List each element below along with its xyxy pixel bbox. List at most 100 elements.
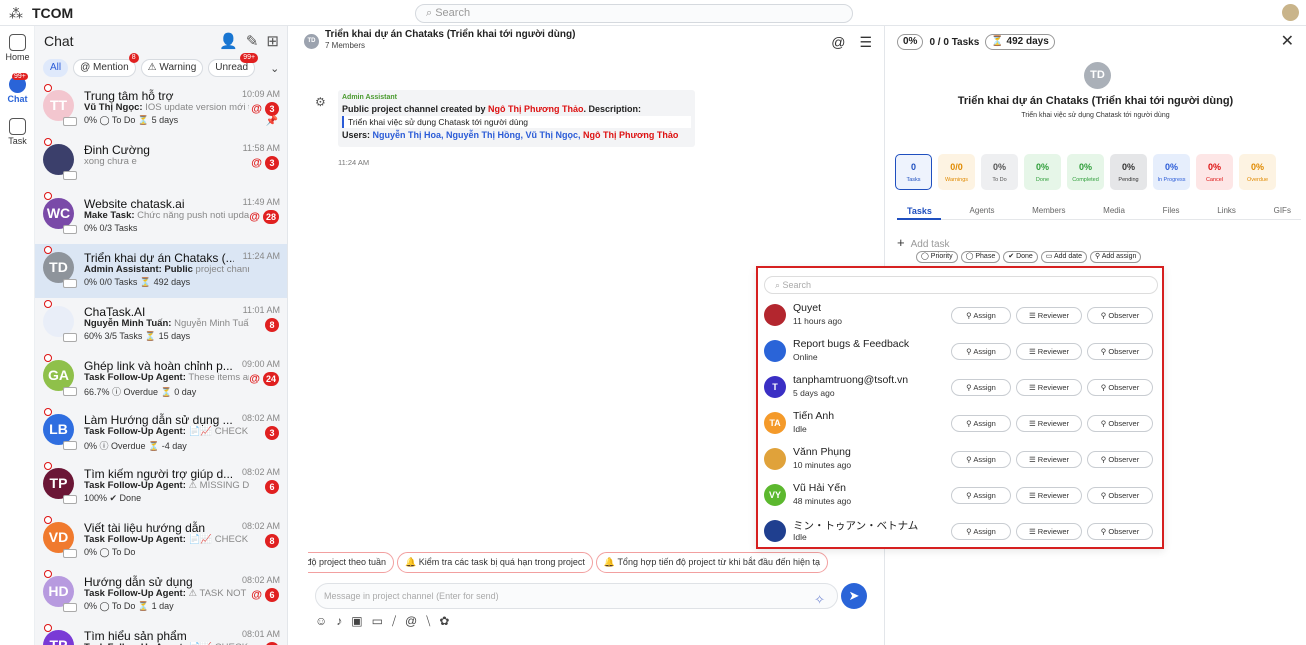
assign-button[interactable]: ⚲ Assign: [951, 523, 1011, 540]
task-chip-phase[interactable]: ◯ Phase: [960, 251, 1001, 263]
assign-button[interactable]: ⚲ Assign: [951, 379, 1011, 396]
picker-search-input[interactable]: ⌕ Search: [764, 276, 1158, 294]
assign-button[interactable]: ⚲ Assign: [951, 343, 1011, 360]
gif-icon[interactable]: ▣: [351, 614, 362, 629]
send-button[interactable]: ➤: [841, 583, 867, 609]
tab-gifs[interactable]: GIFs: [1274, 206, 1291, 216]
slash-command-icon[interactable]: ⧸: [392, 614, 396, 629]
assign-button[interactable]: ⚲ Assign: [951, 307, 1011, 324]
add-member-icon[interactable]: 👤: [219, 32, 238, 50]
message-users-owner[interactable]: Ngô Thị Phương Thảo: [583, 130, 678, 140]
tab-tasks[interactable]: Tasks: [907, 206, 932, 216]
tab-files[interactable]: Files: [1163, 206, 1180, 216]
tab-agents[interactable]: Agents: [970, 206, 995, 216]
channel-title[interactable]: Triển khai dự án Chataks (Triển khai tới…: [325, 29, 575, 40]
reviewer-button[interactable]: ☰ Reviewer: [1016, 415, 1082, 432]
observer-button[interactable]: ⚲ Observer: [1087, 307, 1153, 324]
observer-button[interactable]: ⚲ Observer: [1087, 415, 1153, 432]
observer-button[interactable]: ⚲ Observer: [1087, 487, 1153, 504]
compose-icon[interactable]: ✎: [246, 32, 259, 50]
conversation-item[interactable]: WC Website chatask.ai 11:49 AM Make Task: C…: [35, 190, 287, 244]
message-creator[interactable]: Ngô Thị Phương Thảo: [488, 104, 583, 114]
task-chip-add-date[interactable]: ▭ Add date: [1040, 251, 1088, 263]
new-channel-icon[interactable]: ⊞: [266, 32, 279, 50]
tab-members[interactable]: Members: [1032, 206, 1065, 216]
task-chip-add-assign[interactable]: ⚲ Add assign: [1090, 251, 1142, 263]
conversation-item[interactable]: TD Triển khai dự án Chataks (... 11:24 AM A…: [35, 244, 287, 298]
assign-button[interactable]: ⚲ Assign: [951, 451, 1011, 468]
emoji-icon[interactable]: ☺: [315, 614, 327, 629]
stat-card[interactable]: 0% Done: [1024, 154, 1061, 190]
backslash-icon[interactable]: ⧹: [426, 614, 430, 629]
nav-home[interactable]: Home: [0, 34, 35, 62]
task-chip-priority[interactable]: ◯ Priority: [916, 251, 958, 263]
assign-button[interactable]: ⚲ Assign: [951, 415, 1011, 432]
conversation-item[interactable]: ChaTask.AI 11:01 AM Nguyễn Minh Tuấn: Nguy…: [35, 298, 287, 352]
suggestion-chip[interactable]: n độ project theo tuần: [308, 552, 395, 573]
mention-tool-icon[interactable]: @: [405, 614, 417, 629]
observer-button[interactable]: ⚲ Observer: [1087, 379, 1153, 396]
observer-button[interactable]: ⚲ Observer: [1087, 343, 1153, 360]
conversation-item[interactable]: Đinh Cường 11:58 AM xong chưa e @3: [35, 136, 287, 190]
ai-sparkle-icon[interactable]: ✧: [814, 588, 825, 612]
conversation-preview: Task Follow-Up Agent: These items ar...: [84, 372, 249, 383]
conversation-meta: 0% ◯ To Do ⏳ 1 day: [84, 601, 174, 611]
task-list-icon[interactable]: ☰: [859, 34, 872, 51]
unread-count: 6: [265, 588, 279, 602]
stat-card[interactable]: 0% In Progress: [1153, 154, 1190, 190]
filter-warning[interactable]: ⚠ Warning: [140, 59, 204, 77]
assign-button[interactable]: ⚲ Assign: [951, 487, 1011, 504]
nav-chat[interactable]: 99+ Chat: [0, 73, 35, 104]
mention-icon[interactable]: @: [831, 34, 845, 51]
stat-card[interactable]: 0/0 Warnings: [938, 154, 975, 190]
filter-unread[interactable]: Unread 99+: [208, 53, 259, 77]
conversation-time: 09:00 AM: [241, 359, 280, 369]
conversation-item[interactable]: GA Ghép link và hoàn chỉnh p... 09:00 AM Ta…: [35, 352, 287, 406]
task-chip-done[interactable]: ✔ Done: [1003, 251, 1038, 263]
reviewer-button[interactable]: ☰ Reviewer: [1016, 487, 1082, 504]
suggestion-chip[interactable]: 🔔 Kiểm tra các task bị quá hạn trong pro…: [397, 552, 593, 573]
suggestion-chips: n độ project theo tuần 🔔 Kiểm tra các tas…: [308, 552, 832, 575]
stat-card[interactable]: 0% Cancel: [1196, 154, 1233, 190]
reviewer-button[interactable]: ☰ Reviewer: [1016, 307, 1082, 324]
sticker-icon[interactable]: ✿: [439, 614, 449, 629]
reviewer-button[interactable]: ☰ Reviewer: [1016, 523, 1082, 540]
stat-card[interactable]: 0% Completed: [1067, 154, 1104, 190]
filter-all[interactable]: All: [43, 59, 69, 77]
reviewer-button[interactable]: ☰ Reviewer: [1016, 379, 1082, 396]
close-icon[interactable]: ✕: [1281, 31, 1294, 51]
message-input[interactable]: Message in project channel (Enter for se…: [315, 583, 838, 609]
pin-icon[interactable]: 📌: [266, 116, 278, 127]
conversation-item[interactable]: TT Trung tâm hỗ trợ 10:09 AM Vũ Thị Ngọc: I…: [35, 82, 287, 136]
add-task-input[interactable]: + Add task: [897, 235, 950, 250]
mic-icon[interactable]: ♪: [336, 614, 342, 629]
stat-card[interactable]: 0% Overdue: [1239, 154, 1276, 190]
nav-task[interactable]: Task: [0, 118, 35, 146]
observer-button[interactable]: ⚲ Observer: [1087, 451, 1153, 468]
tab-links[interactable]: Links: [1217, 206, 1236, 216]
conversation-item[interactable]: LB Làm Hướng dẫn sử dụng ... 08:02 AM Task …: [35, 406, 287, 460]
reviewer-button[interactable]: ☰ Reviewer: [1016, 343, 1082, 360]
attach-icon[interactable]: ▭: [372, 614, 383, 629]
stat-label: Completed: [1072, 177, 1099, 183]
chevron-down-icon[interactable]: ⌄: [270, 62, 279, 75]
reviewer-button[interactable]: ☰ Reviewer: [1016, 451, 1082, 468]
conversation-item[interactable]: TP Tìm kiếm người trợ giúp d... 08:02 AM Ta…: [35, 460, 287, 514]
nav-chat-label: Chat: [7, 94, 28, 104]
profile-avatar[interactable]: [1282, 4, 1299, 21]
stat-card[interactable]: 0% Pending: [1110, 154, 1147, 190]
stat-card[interactable]: 0 Tasks: [895, 154, 932, 190]
tab-media[interactable]: Media: [1103, 206, 1125, 216]
message-users-list[interactable]: Nguyễn Thị Hoa, Nguyễn Thị Hồng, Vũ Thị …: [373, 130, 584, 140]
conversation-item[interactable]: VD Viết tài liệu hướng dẫn 08:02 AM Task Fo…: [35, 514, 287, 568]
observer-button[interactable]: ⚲ Observer: [1087, 523, 1153, 540]
filter-mention[interactable]: @ Mention 8: [73, 53, 139, 77]
global-search-input[interactable]: ⌕ Search: [415, 4, 853, 23]
channel-members[interactable]: 7 Members: [325, 41, 365, 50]
stat-card[interactable]: 0% To Do: [981, 154, 1018, 190]
suggestion-chip[interactable]: 🔔 Tổng hợp tiến độ project từ khi bắt đầ…: [595, 552, 828, 573]
conversation-item[interactable]: TPTìm hiểu sản phẩm08:01 AMTask Follow-U…: [35, 622, 287, 645]
users-icon: ⚲: [1100, 491, 1107, 500]
preview-sender: Task Follow-Up Agent:: [84, 588, 186, 599]
conversation-item[interactable]: HD Hướng dẫn sử dụng 08:02 AM Task Follow-U…: [35, 568, 287, 622]
